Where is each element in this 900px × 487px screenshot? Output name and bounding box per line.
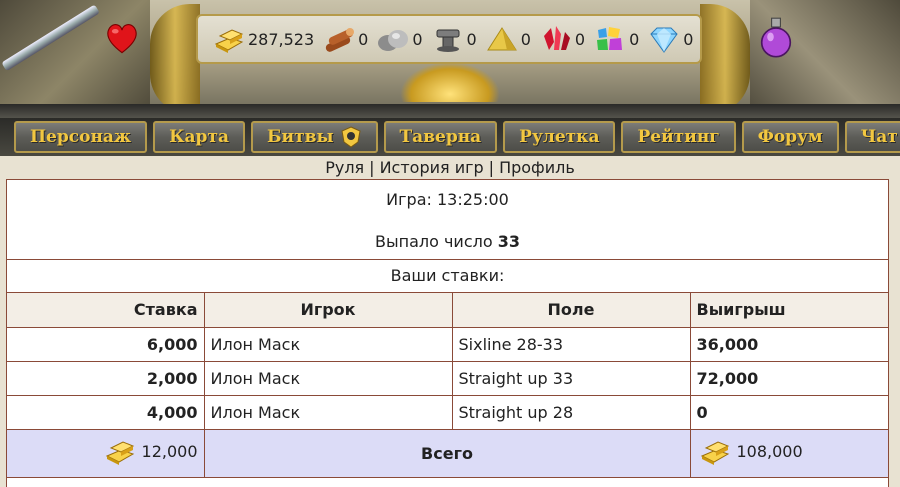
resource-ruby: 0 [539,24,589,54]
gold-bars-icon [214,29,244,53]
cell-bet: 6,000 [7,326,205,362]
nav-label: Чат [860,127,898,147]
nav-tavern[interactable]: Таверна [383,121,498,153]
table-row: 6,000 Илон Маск Sixline 28-33 36,000 [7,326,888,362]
resource-diamond: 0 [647,24,697,54]
iron-amount: 0 [466,29,477,49]
nav-label: Карта [169,127,229,147]
total-win: 108,000 [736,441,803,461]
game-time: Игра: 13:25:00 [386,190,509,209]
resource-iron: 0 [431,24,481,54]
nav-rating[interactable]: Рейтинг [621,121,736,153]
battle-crest-icon [340,126,361,148]
cell-player: Илон Маск [203,360,453,396]
gold-dragon-left-ornament [150,4,200,114]
wood-logs-icon [326,28,355,52]
game-result-panel: Игра: 13:25:00 Выпало число 33 Ваши став… [6,179,889,487]
ruby-amount: 0 [574,29,586,49]
cell-player: Илон Маск [203,394,453,430]
table-row: 2,000 Илон Маск Straight up 33 72,000 [7,360,888,396]
bets-table: Ставка Игрок Поле Выигрыш 6,000 Илон Мас… [7,293,888,478]
stone-amount: 0 [412,29,423,49]
gold-bars-icon [700,441,729,465]
cell-win: 72,000 [689,360,888,396]
result-number: 33 [497,232,520,251]
header-win: Выигрыш [689,293,888,328]
nav-forum[interactable]: Форум [741,121,839,153]
nav-label: Рейтинг [637,127,720,147]
nav-label: Битвы [267,127,334,147]
mana-potion-icon[interactable] [758,16,794,60]
header-field: Поле [451,293,691,328]
total-bet: 12,000 [141,441,198,461]
nav-label: Рулетка [519,127,600,147]
nav-character[interactable]: Персонаж [14,121,148,153]
total-win-cell: 108,000 [689,428,888,478]
table-header-row: Ставка Игрок Поле Выигрыш [7,293,888,328]
gold-bars-icon [105,441,134,465]
wood-amount: 0 [358,29,369,49]
nav-label: Форум [757,127,823,147]
separator: | [369,158,375,177]
gold-treasure-pile [400,62,500,102]
sand-icon [486,27,517,51]
table-row: 4,000 Илон Маск Straight up 28 0 [7,394,888,430]
separator: | [488,158,495,177]
total-bet-cell: 12,000 [7,428,205,478]
cell-field: Sixline 28-33 [451,326,691,362]
resource-gold: 287,523 [212,24,318,54]
stone-icon [378,30,409,51]
resources-bar: 287,523 0 0 0 0 0 0 0 [196,14,702,64]
iron-icon [436,29,460,52]
result-label: Выпало число [375,232,493,251]
cell-win: 0 [689,394,888,430]
nav-roulette[interactable]: Рулетка [503,121,616,153]
header-player: Игрок [203,293,453,328]
diamond-amount: 0 [683,29,694,49]
resource-wood: 0 [322,24,372,54]
header-bottom-trim [0,104,900,118]
resource-sand: 0 [485,24,535,54]
total-row: 12,000 Всего 108,000 [7,428,888,478]
cell-win: 36,000 [689,326,888,362]
nav-label: Таверна [399,127,482,147]
diamond-icon [650,27,678,53]
game-header: 287,523 0 0 0 0 0 0 0 [0,0,900,118]
link-profile[interactable]: Профиль [499,158,575,177]
link-game-history[interactable]: История игр [380,158,484,177]
gems-amount: 0 [629,29,640,49]
cell-field: Straight up 33 [451,360,691,396]
heart-health-icon[interactable] [104,20,140,56]
cell-field: Straight up 28 [451,394,691,430]
roulette-subnav: Руля | История игр | Профиль [0,157,900,179]
result-line: Выпало число 33 [7,210,888,251]
header-right-decoration [730,0,900,118]
game-info: Игра: 13:25:00 Выпало число 33 [7,180,888,260]
gems-icon [597,27,623,50]
resource-stone: 0 [376,24,426,54]
nav-label: Персонаж [30,127,132,147]
gold-amount: 287,523 [248,29,315,49]
sand-amount: 0 [520,29,531,49]
total-label: Всего [203,428,691,478]
bets-title: Ваши ставки: [7,260,888,293]
nav-chat[interactable]: Чат [844,121,900,153]
ruby-icon [543,26,570,50]
cell-bet: 2,000 [7,360,205,396]
link-roulette[interactable]: Руля [325,158,364,177]
main-navigation: Персонаж Карта Битвы Таверна Рулетка Рей… [0,118,900,156]
nav-battles[interactable]: Битвы [251,121,378,153]
nav-map[interactable]: Карта [153,121,245,153]
cell-player: Илон Маск [203,326,453,362]
cell-bet: 4,000 [7,394,205,430]
header-bet: Ставка [7,293,205,328]
resource-gems: 0 [593,24,643,54]
